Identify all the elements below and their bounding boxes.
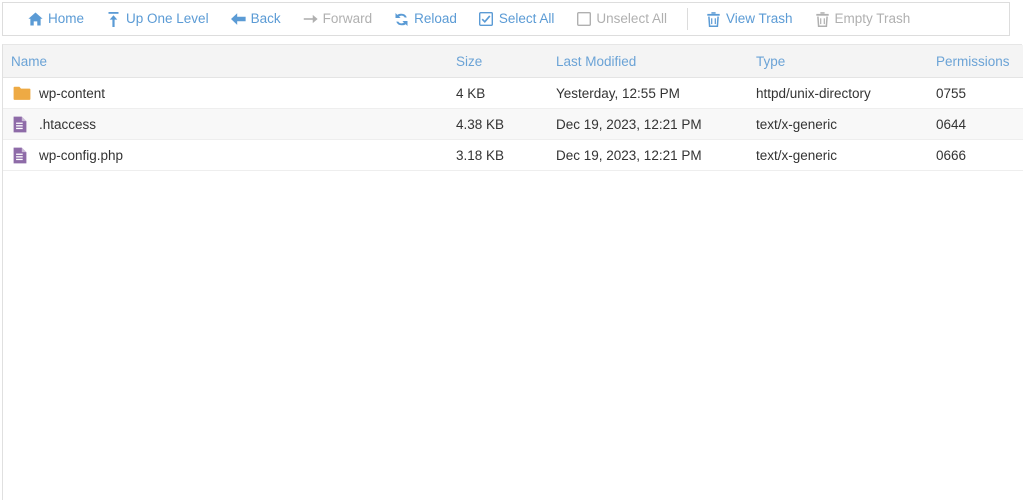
up-arrow-icon xyxy=(106,11,121,27)
toolbar-button-reload[interactable]: Reload xyxy=(383,3,468,35)
cell-permissions: 0666 xyxy=(928,139,1023,171)
cell-name[interactable]: wp-config.php xyxy=(3,139,448,171)
file-manager-toolbar: Home Up One Level Back Forward Reload Select … xyxy=(2,2,1010,36)
file-name-cell: .htaccess xyxy=(3,116,448,133)
file-name-label: wp-content xyxy=(39,85,106,101)
toolbar-button-label: Home xyxy=(48,11,85,27)
file-row[interactable]: wp-content 4 KB Yesterday, 12:55 PM httpd/u… xyxy=(3,77,1023,109)
file-icon xyxy=(3,116,35,133)
checkbox-checked-icon xyxy=(479,12,494,27)
home-icon xyxy=(28,12,43,27)
toolbar-button-home[interactable]: Home xyxy=(17,3,95,35)
toolbar-button-label: View Trash xyxy=(725,11,793,27)
checkbox-empty-icon xyxy=(576,12,591,27)
toolbar-divider xyxy=(686,8,688,30)
toolbar-button-label: Back xyxy=(250,11,281,27)
cell-permissions: 0644 xyxy=(928,108,1023,140)
column-header-size[interactable]: Size xyxy=(448,45,548,78)
cell-type: text/x-generic xyxy=(748,139,928,171)
cell-name[interactable]: wp-content xyxy=(3,77,448,109)
file-name-cell: wp-config.php xyxy=(3,147,448,164)
reload-icon xyxy=(394,12,409,27)
file-name-cell: wp-content xyxy=(3,86,448,101)
toolbar-button-up-one-level[interactable]: Up One Level xyxy=(95,3,220,35)
cell-modified: Dec 19, 2023, 12:21 PM xyxy=(548,139,748,171)
file-icon xyxy=(3,147,35,164)
cell-size: 4 KB xyxy=(448,77,548,109)
arrow-left-icon xyxy=(230,12,246,27)
toolbar-button-label: Forward xyxy=(322,11,373,27)
column-header-name[interactable]: Name xyxy=(3,45,448,78)
file-list-panel: Name Size Last Modified Type Permissions wp-… xyxy=(2,44,1023,500)
toolbar-button-label: Select All xyxy=(498,11,555,27)
toolbar-button-label: Reload xyxy=(414,11,457,27)
trash-icon xyxy=(815,11,830,27)
column-header-type[interactable]: Type xyxy=(748,45,928,78)
trash-icon xyxy=(706,11,721,27)
file-row[interactable]: .htaccess 4.38 KB Dec 19, 2023, 12:21 PM te… xyxy=(3,108,1023,140)
file-table: Name Size Last Modified Type Permissions wp-… xyxy=(3,45,1023,171)
file-manager-app: Home Up One Level Back Forward Reload Select … xyxy=(0,0,1024,502)
file-name-label: .htaccess xyxy=(39,116,97,132)
file-row[interactable]: wp-config.php 3.18 KB Dec 19, 2023, 12:21 … xyxy=(3,139,1023,171)
cell-modified: Yesterday, 12:55 PM xyxy=(548,77,748,109)
cell-permissions: 0755 xyxy=(928,77,1023,109)
column-header-permissions[interactable]: Permissions xyxy=(928,45,1023,78)
toolbar-button-label: Empty Trash xyxy=(834,11,911,27)
column-header-modified[interactable]: Last Modified xyxy=(548,45,748,78)
cell-modified: Dec 19, 2023, 12:21 PM xyxy=(548,108,748,140)
file-table-body: wp-content 4 KB Yesterday, 12:55 PM httpd/u… xyxy=(3,77,1023,171)
folder-icon xyxy=(3,86,35,101)
toolbar-button-empty-trash: Empty Trash xyxy=(804,3,922,35)
toolbar-button-label: Unselect All xyxy=(596,11,667,27)
arrow-right-icon xyxy=(303,12,318,27)
cell-size: 3.18 KB xyxy=(448,139,548,171)
cell-type: httpd/unix-directory xyxy=(748,77,928,109)
header-row: Name Size Last Modified Type Permissions xyxy=(3,45,1023,78)
file-name-label: wp-config.php xyxy=(39,147,124,163)
toolbar-button-view-trash[interactable]: View Trash xyxy=(695,3,804,35)
file-table-header: Name Size Last Modified Type Permissions xyxy=(3,45,1023,78)
toolbar-button-back[interactable]: Back xyxy=(220,3,292,35)
cell-name[interactable]: .htaccess xyxy=(3,108,448,140)
toolbar-button-unselect-all: Unselect All xyxy=(565,3,678,35)
cell-type: text/x-generic xyxy=(748,108,928,140)
toolbar-button-forward: Forward xyxy=(292,3,384,35)
cell-size: 4.38 KB xyxy=(448,108,548,140)
toolbar-button-label: Up One Level xyxy=(126,11,209,27)
toolbar-button-select-all[interactable]: Select All xyxy=(468,3,566,35)
